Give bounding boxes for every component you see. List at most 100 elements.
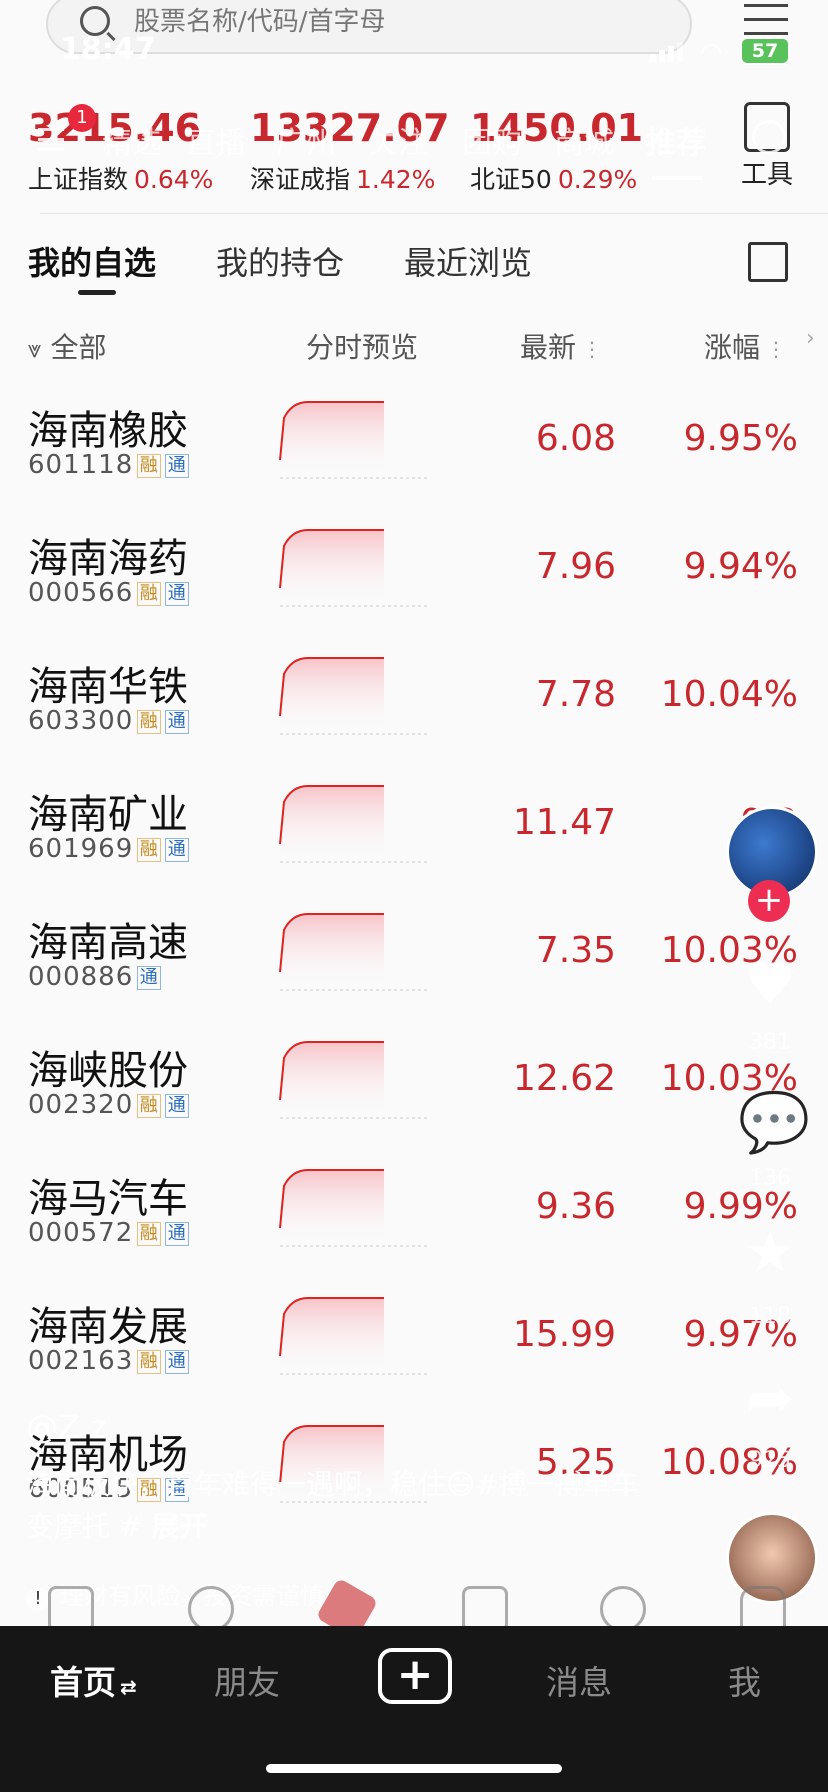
divider [40, 213, 828, 214]
stock-name: 海峡股份 [28, 1048, 188, 1094]
overlay-tab-follow[interactable]: 关注 [368, 118, 428, 162]
connect-tag: 通 [165, 453, 190, 478]
stock-code: 002163 [28, 1346, 134, 1376]
connect-tag: 通 [165, 837, 190, 862]
follow-button[interactable]: + [748, 880, 790, 922]
stock-row[interactable]: 海南高速 000886 通 7.35 10.03% [0, 910, 828, 1038]
tools-label: 工具 [741, 160, 794, 190]
stock-code: 000572 [28, 1218, 134, 1248]
search-icon[interactable] [752, 120, 786, 154]
sort-dots-icon: ⋮ [766, 337, 787, 361]
search-placeholder: 股票名称/代码/首字母 [134, 7, 386, 37]
index-bz[interactable]: 北证50 0.29% [470, 160, 637, 196]
index-pct: 0.29% [557, 165, 638, 194]
stock-price: 15.99 [512, 1314, 616, 1355]
tab-my-watchlist[interactable]: 我的自选 [28, 238, 156, 284]
stock-row[interactable]: 海南华铁 603300 融通 7.78 10.04% [0, 654, 828, 782]
stock-row[interactable]: 海南橡胶 601118 融通 6.08 9.95% [0, 398, 828, 526]
stock-row[interactable]: 海南海药 000566 融通 7.96 9.94% [0, 526, 828, 654]
nav-messages[interactable]: 消息 [546, 1656, 612, 1704]
favorite-count: 118 [749, 1304, 791, 1329]
like-icon[interactable]: ♥ [738, 950, 802, 1018]
share-icon[interactable]: ➦ [738, 1364, 802, 1432]
stock-code-line: 601118 融通 [28, 450, 190, 480]
stock-name: 海南华铁 [28, 664, 188, 710]
margin-tag: 融 [137, 837, 162, 862]
connect-tag: 通 [165, 1349, 190, 1374]
stock-row[interactable]: 海南发展 002163 融通 15.99 9.97% [0, 1294, 828, 1422]
stock-change: 9.94% [683, 546, 798, 587]
connect-tag: 通 [165, 1221, 190, 1246]
intraday-sparkline [279, 401, 430, 479]
overlay-tab-mall[interactable]: 商城 [554, 118, 614, 162]
intraday-sparkline [279, 657, 430, 735]
expand-link[interactable]: 展开 [151, 1510, 207, 1543]
index-sz[interactable]: 深证成指 1.42% [250, 160, 435, 196]
favorite-star-icon[interactable]: ★ [738, 1218, 802, 1286]
intraday-sparkline [279, 529, 430, 607]
home-indicator [266, 1764, 562, 1773]
stock-price: 6.08 [535, 418, 616, 459]
video-caption[interactable]: 海南板块，百年难得一遇啊，稳住😄#搏一搏单车变摩托 # 展开 [26, 1464, 646, 1548]
share-count: 925 [749, 1448, 791, 1473]
overlay-tab-jingxuan[interactable]: 精选 [102, 118, 162, 162]
stock-row[interactable]: 海峡股份 002320 融通 12.62 10.03% [0, 1038, 828, 1166]
header-latest[interactable]: 最新 ⋮ [520, 326, 602, 366]
chevron-right-icon[interactable]: › [806, 326, 815, 351]
stock-price: 7.78 [535, 674, 616, 715]
filter-label: 全部 [50, 331, 107, 364]
stock-name: 海南橡胶 [28, 408, 188, 454]
stock-row[interactable]: 海南矿业601969融通11.479.9 [0, 782, 828, 910]
tab-my-holdings[interactable]: 我的持仓 [216, 238, 344, 284]
nav-friends[interactable]: 朋友 [214, 1656, 280, 1704]
connect-tag: 通 [165, 1093, 190, 1118]
tab-recent[interactable]: 最近浏览 [404, 238, 532, 284]
overlay-tab-groupbuy[interactable]: 团购 [462, 118, 522, 162]
overlay-tab-live[interactable]: 直播 [186, 118, 246, 162]
index-name: 深证成指 [250, 165, 351, 194]
edit-icon[interactable] [748, 242, 788, 282]
header-change-label: 涨幅 [704, 331, 761, 364]
create-plus-button[interactable]: + [378, 1648, 452, 1704]
stock-code-line: 000886 通 [28, 962, 162, 992]
connect-tag: 通 [137, 965, 162, 990]
filter-all[interactable]: ⩔ 全部 [28, 326, 106, 366]
index-pct: 0.64% [134, 165, 214, 194]
stock-change: 9.95% [683, 418, 798, 459]
wifi-icon: ◠ [700, 38, 723, 68]
nav-home[interactable]: 首页 ⇄ [50, 1656, 137, 1704]
stock-code-line: 603300 融通 [28, 706, 190, 736]
margin-tag: 融 [137, 709, 162, 734]
stock-row[interactable]: 海马汽车 000572 融通 9.36 9.99% [0, 1166, 828, 1294]
connect-tag: 通 [165, 581, 190, 606]
status-time: 18:47 [60, 32, 156, 67]
margin-tag: 融 [137, 453, 162, 478]
intraday-sparkline [279, 1297, 430, 1375]
intraday-sparkline [279, 785, 430, 863]
stock-price: 9.36 [535, 1186, 616, 1227]
stock-change: 10.04% [660, 674, 798, 715]
header-change[interactable]: 涨幅 ⋮ [704, 326, 786, 366]
stock-price: 12.62 [512, 1058, 616, 1099]
comment-icon[interactable]: 💬 [738, 1088, 810, 1157]
overlay-tab-recommend[interactable]: 推荐 [646, 118, 706, 162]
stock-code-line: 002163 融通 [28, 1346, 190, 1376]
margin-tag: 融 [137, 1349, 162, 1374]
author-name[interactable]: @Z z [26, 1408, 107, 1446]
stock-code-line: 000572 融通 [28, 1218, 190, 1248]
index-sh[interactable]: 上证指数 0.64% [28, 160, 213, 196]
like-count: 381 [749, 1030, 791, 1055]
stock-code-line: 000566 融通 [28, 578, 190, 608]
index-name: 北证50 [470, 165, 552, 194]
connect-tag: 通 [165, 709, 190, 734]
tab-indicator [78, 290, 116, 295]
filter-icon: ⩔ [28, 335, 42, 363]
overlay-tab-city[interactable]: 广州 [276, 118, 336, 162]
comment-count: 136 [749, 1166, 791, 1191]
nav-me[interactable]: 我 [728, 1656, 761, 1704]
settings-sliders-icon[interactable] [744, 0, 788, 40]
battery-indicator: 57 [740, 37, 790, 65]
stock-name: 海马汽车 [28, 1176, 188, 1222]
stock-name: 海南发展 [28, 1304, 188, 1350]
stock-code: 603300 [28, 706, 134, 736]
